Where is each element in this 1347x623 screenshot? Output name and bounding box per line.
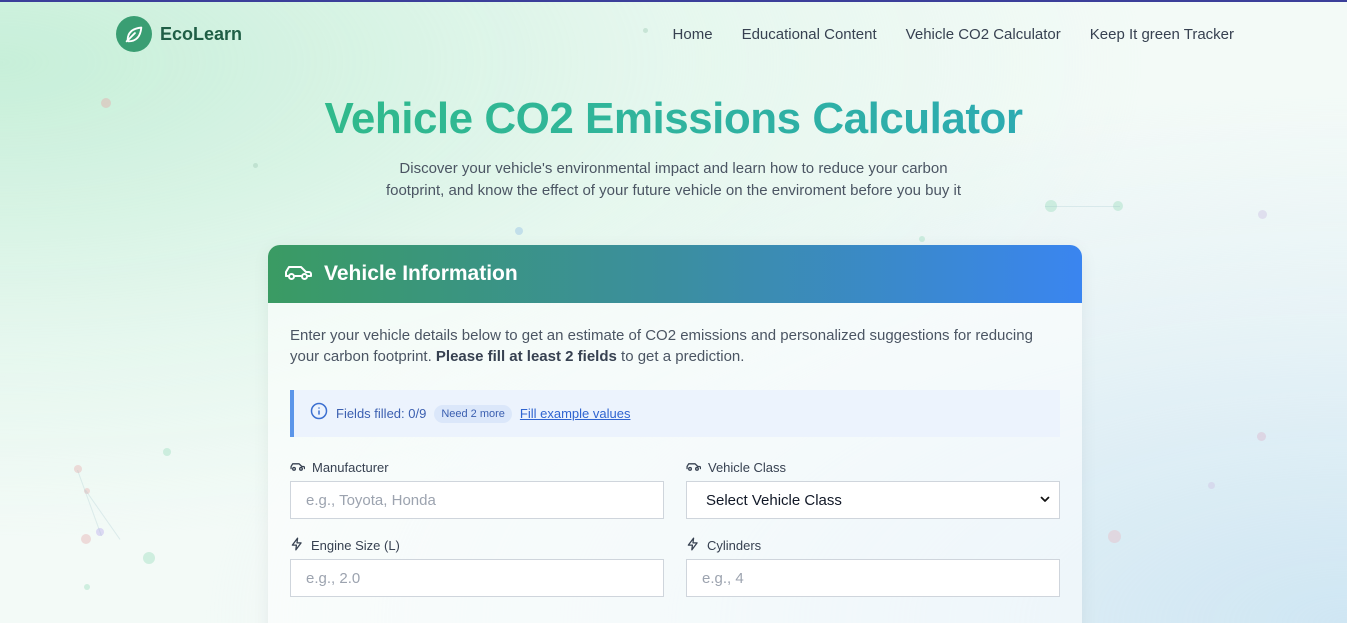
intro-text-end: to get a prediction.: [616, 348, 745, 365]
manufacturer-input[interactable]: e.g., Toyota, Honda: [290, 481, 664, 519]
cylinders-field: Cylinders e.g., 4: [686, 537, 1060, 597]
engine-size-field: Engine Size (L) e.g., 2.0: [290, 537, 664, 597]
car-icon: [290, 460, 306, 475]
vehicle-form: Manufacturer e.g., Toyota, Honda Vehicle…: [290, 459, 1060, 597]
fill-example-values-link[interactable]: Fill example values: [520, 406, 631, 421]
hero-section: Vehicle CO2 Emissions Calculator Discove…: [0, 94, 1347, 202]
top-navbar: EcoLearn Home Educational Content Vehicl…: [116, 16, 1236, 52]
brand[interactable]: EcoLearn: [116, 16, 242, 52]
cylinders-input[interactable]: e.g., 4: [686, 559, 1060, 597]
vehicle-class-selected: Select Vehicle Class: [706, 491, 842, 509]
manufacturer-label: Manufacturer: [290, 459, 664, 475]
intro-bold-requirement: Please fill at least 2 fields: [435, 348, 617, 365]
engine-size-label: Engine Size (L): [290, 537, 664, 553]
nav-home[interactable]: Home: [673, 26, 713, 43]
vehicle-info-card: Vehicle Information Enter your vehicle d…: [268, 245, 1082, 623]
lightning-icon: [686, 537, 700, 554]
fields-filled-count: Fields filled: 0/9: [336, 406, 427, 421]
nav-vehicle-co2-calculator[interactable]: Vehicle CO2 Calculator: [906, 26, 1061, 43]
info-icon: [310, 402, 328, 425]
engine-size-input[interactable]: e.g., 2.0: [290, 559, 664, 597]
status-badge: Need 2 more: [434, 404, 512, 423]
vehicle-class-label: Vehicle Class: [686, 459, 1060, 475]
card-body: Enter your vehicle details below to get …: [268, 303, 1082, 619]
top-accent-line: [0, 0, 1347, 2]
leaf-logo-icon: [116, 16, 152, 52]
cylinders-label: Cylinders: [686, 537, 1060, 553]
manufacturer-field: Manufacturer e.g., Toyota, Honda: [290, 459, 664, 519]
subtitle-line-2: footprint, and know the effect of your f…: [385, 182, 962, 199]
vehicle-class-select[interactable]: Select Vehicle Class: [686, 481, 1060, 519]
vehicle-class-field: Vehicle Class Select Vehicle Class: [686, 459, 1060, 519]
fields-status-banner: Fields filled: 0/9 Need 2 more Fill exam…: [290, 390, 1060, 437]
brand-name: EcoLearn: [160, 23, 243, 44]
main-nav: Home Educational Content Vehicle CO2 Cal…: [673, 26, 1234, 43]
card-title: Vehicle Information: [324, 262, 518, 285]
card-intro: Enter your vehicle details below to get …: [290, 325, 1060, 367]
card-header: Vehicle Information: [268, 245, 1082, 303]
subtitle-line-1: Discover your vehicle's environmental im…: [399, 160, 948, 177]
page-subtitle: Discover your vehicle's environmental im…: [354, 158, 994, 202]
page-title: Vehicle CO2 Emissions Calculator: [0, 94, 1347, 144]
car-icon: [284, 262, 312, 287]
chevron-down-icon: [1039, 492, 1051, 509]
nav-keep-it-green-tracker[interactable]: Keep It green Tracker: [1090, 26, 1234, 43]
car-icon: [686, 460, 702, 475]
lightning-icon: [290, 537, 304, 554]
nav-educational-content[interactable]: Educational Content: [742, 26, 877, 43]
